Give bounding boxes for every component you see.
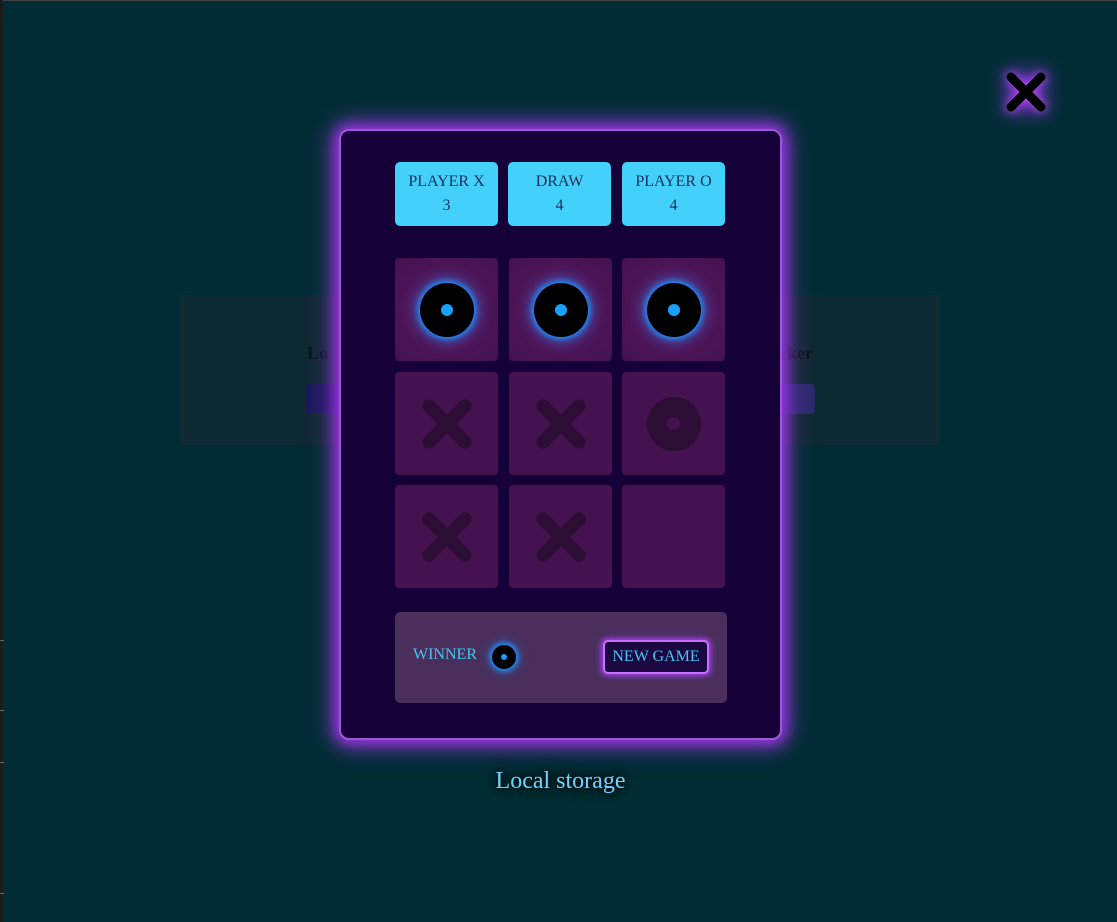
x-mark-icon [422, 512, 471, 561]
edge-tick [0, 762, 4, 763]
board-cell-0-0[interactable] [395, 258, 498, 361]
edge-tick [0, 640, 4, 641]
board-cell-2-0[interactable] [395, 485, 498, 588]
board-cell-0-2[interactable] [622, 258, 725, 361]
window-top-edge [0, 0, 1117, 1]
game-board [395, 258, 727, 590]
score-label: PLAYER X [408, 173, 485, 190]
background-right-label: rker [779, 343, 813, 363]
edge-tick [0, 893, 4, 894]
status-bar: WINNER NEW GAME [395, 612, 727, 703]
winner-label: WINNER [413, 646, 477, 663]
close-icon [1006, 72, 1046, 112]
board-cell-1-1[interactable] [509, 372, 612, 475]
winner-o-icon [492, 645, 516, 669]
score-value: 3 [442, 197, 451, 214]
close-button[interactable] [1000, 66, 1052, 118]
score-value: 4 [669, 197, 678, 214]
score-player-x: PLAYER X 3 [395, 162, 498, 226]
x-mark-icon [422, 399, 471, 448]
window-left-edge [0, 0, 3, 922]
game-modal: PLAYER X 3 DRAW 4 PLAYER O 4 WINNER NEW … [339, 129, 782, 740]
board-cell-2-1[interactable] [509, 485, 612, 588]
footer-title: Local storage [495, 768, 626, 794]
edge-tick [0, 710, 4, 711]
o-mark-icon [533, 282, 588, 337]
background-left-label: Lo [307, 343, 329, 363]
o-mark-icon [419, 282, 474, 337]
board-cell-2-2[interactable] [622, 485, 725, 588]
board-cell-0-1[interactable] [509, 258, 612, 361]
score-draw: DRAW 4 [508, 162, 611, 226]
board-cell-1-2[interactable] [622, 372, 725, 475]
o-mark-icon [646, 396, 701, 451]
new-game-button[interactable]: NEW GAME [603, 640, 709, 674]
score-label: DRAW [535, 173, 584, 190]
scoreboard: PLAYER X 3 DRAW 4 PLAYER O 4 [395, 162, 727, 228]
board-cell-1-0[interactable] [395, 372, 498, 475]
score-value: 4 [555, 197, 564, 214]
score-player-o: PLAYER O 4 [622, 162, 725, 226]
o-mark-icon [646, 282, 701, 337]
score-label: PLAYER O [635, 173, 712, 190]
x-mark-icon [536, 512, 585, 561]
x-mark-icon [536, 399, 585, 448]
